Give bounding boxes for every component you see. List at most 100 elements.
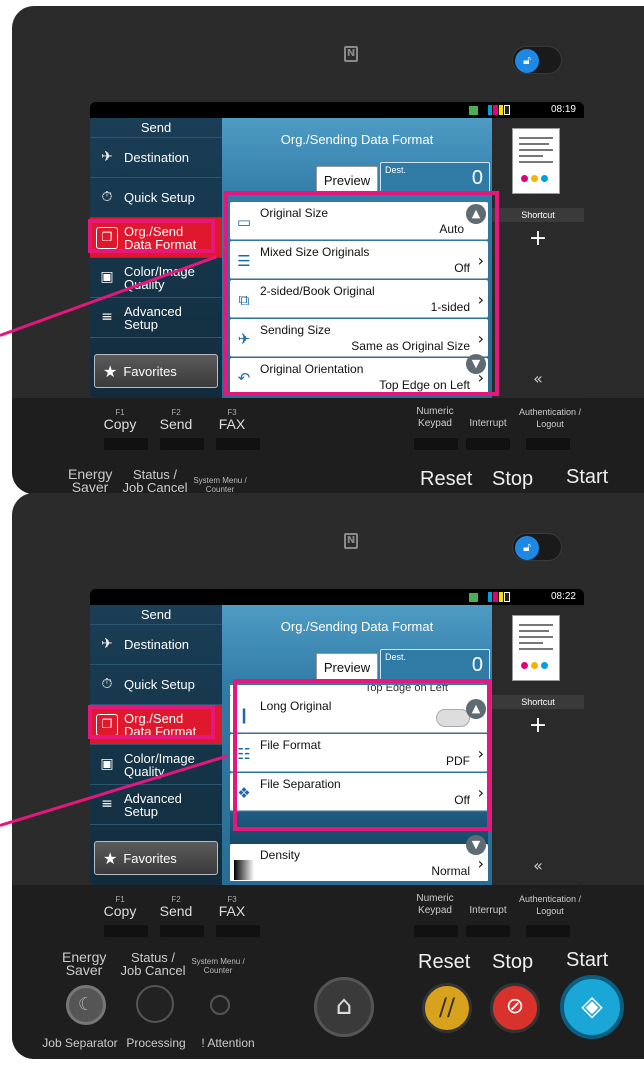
preview-button[interactable]: Preview	[316, 653, 378, 681]
shortcut-label: Shortcut	[492, 208, 584, 222]
preview-button[interactable]: Preview	[316, 166, 378, 194]
f2-key[interactable]: F2 Send	[146, 895, 206, 918]
advanced-setup-icon: ≡	[101, 796, 113, 812]
favorites-button[interactable]: ★ Favorites	[94, 354, 218, 388]
star-icon: ★	[103, 848, 118, 868]
f1-label: Copy	[103, 416, 137, 432]
highlight-settings-top	[224, 191, 499, 396]
home-button[interactable]: ⌂	[314, 977, 374, 1037]
auth-logout-label[interactable]: Authentication / Logout	[512, 893, 588, 917]
setting-value: Normal	[431, 864, 470, 878]
dest-count: 0	[471, 167, 483, 189]
menu-item-label: Quick Setup	[124, 677, 195, 692]
destination-icon: ✈	[101, 636, 113, 652]
f1-key[interactable]: F1 Copy	[90, 408, 150, 431]
collapse-icon[interactable]: «	[492, 856, 584, 875]
f2-key[interactable]: F2 Send	[146, 408, 206, 431]
lock-toggle[interactable]: 🔓︎	[512, 533, 562, 561]
start-button[interactable]: ◈	[560, 975, 624, 1039]
auth-logout-label[interactable]: Authentication / Logout	[512, 406, 588, 430]
page-title: Org./Sending Data Format	[280, 132, 434, 147]
numeric-keypad-label[interactable]: Numeric Keypad	[410, 406, 460, 430]
numeric-keypad-button[interactable]	[414, 438, 458, 450]
energy-saver-label: Energy Saver	[68, 466, 113, 494]
menu-item-destination[interactable]: ✈ Destination	[90, 138, 222, 178]
destination-count-box[interactable]: Dest. 0	[380, 649, 490, 681]
f3-key[interactable]: F3 FAX	[202, 895, 262, 918]
favorites-label: Favorites	[123, 363, 177, 379]
attention-label: ! Attention	[201, 1036, 255, 1050]
advanced-setup-icon: ≡	[101, 309, 113, 325]
menu-item-destination[interactable]: ✈ Destination	[90, 625, 222, 665]
stop-button[interactable]: ⊘	[490, 983, 540, 1033]
preview-thumbnail[interactable]	[512, 128, 560, 194]
scroll-down-icon[interactable]: ▼	[466, 835, 486, 855]
status-bar: 08:22	[90, 589, 584, 605]
status-time: 08:22	[550, 591, 576, 602]
lock-icon: 🔓︎	[515, 536, 539, 560]
numeric-keypad-label[interactable]: Numeric Keypad	[410, 893, 460, 917]
chevron-right-icon: ›	[477, 854, 484, 873]
lock-icon: 🔓︎	[515, 49, 539, 73]
f3-key[interactable]: F3 FAX	[202, 408, 262, 431]
start-label: Start	[566, 466, 609, 488]
menu-item-label: Advanced Setup	[124, 790, 182, 819]
status-bar: 08:19	[90, 102, 584, 118]
system-menu-label: System Menu / Counter	[193, 476, 247, 494]
logout-button[interactable]	[526, 925, 570, 937]
logout-button[interactable]	[526, 438, 570, 450]
f2-label: Send	[159, 416, 193, 432]
f2-button-bar[interactable]	[160, 925, 204, 937]
add-shortcut-button[interactable]: +	[492, 226, 584, 251]
numeric-keypad-button[interactable]	[414, 925, 458, 937]
system-menu-label: System Menu / Counter	[191, 957, 245, 975]
reset-label: Reset	[420, 468, 473, 490]
preview-thumbnail[interactable]	[512, 615, 560, 681]
job-separator-label: Job Separator	[42, 1036, 118, 1050]
add-shortcut-button[interactable]: +	[492, 713, 584, 738]
system-menu-button[interactable]	[210, 995, 230, 1015]
f3-label: FAX	[218, 416, 246, 432]
lock-toggle[interactable]: 🔓︎	[512, 46, 562, 74]
processing-label: Processing	[126, 1036, 186, 1050]
highlight-org-send-bottom	[88, 705, 215, 739]
reset-button[interactable]: //	[422, 983, 472, 1033]
menu-title: Send	[90, 118, 222, 138]
collapse-icon[interactable]: «	[492, 369, 584, 388]
interrupt-button[interactable]	[466, 925, 510, 937]
f1-button-bar[interactable]	[104, 438, 148, 450]
menu-item-quick-setup[interactable]: ⏱ Quick Setup	[90, 178, 222, 218]
setting-density[interactable]: Density Normal ›	[230, 844, 488, 881]
nfc-icon: N	[344, 533, 358, 549]
f3-button-bar[interactable]	[216, 438, 260, 450]
f3-button-bar[interactable]	[216, 925, 260, 937]
send-side-menu: Send ✈ Destination ⏱ Quick Setup ❐ Org./Sen…	[90, 118, 222, 398]
f2-button-bar[interactable]	[160, 438, 204, 450]
network-status-icon	[469, 106, 478, 115]
f1-button-bar[interactable]	[104, 925, 148, 937]
menu-item-label: Destination	[124, 637, 190, 652]
menu-item-quick-setup[interactable]: ⏱ Quick Setup	[90, 665, 222, 705]
highlight-settings-bottom	[233, 679, 491, 831]
status-job-cancel-button[interactable]	[136, 985, 174, 1023]
shortcut-label: Shortcut	[492, 695, 584, 709]
destination-count-box[interactable]: Dest. 0	[380, 162, 490, 194]
interrupt-button[interactable]	[466, 438, 510, 450]
stop-label: Stop	[492, 951, 534, 973]
page-title: Org./Sending Data Format	[280, 619, 434, 634]
menu-item-label: Destination	[124, 150, 190, 165]
color-image-icon: ▣	[100, 756, 114, 772]
energy-saver-button[interactable]: ☾	[66, 985, 106, 1025]
interrupt-label[interactable]: Interrupt	[462, 905, 514, 917]
status-time: 08:19	[550, 104, 576, 115]
stop-label: Stop	[492, 468, 534, 490]
energy-saver-label: Energy Saver	[62, 949, 107, 978]
highlight-org-send-top	[88, 219, 215, 253]
destination-icon: ✈	[101, 149, 113, 165]
menu-item-advanced-setup[interactable]: ≡ Advanced Setup	[90, 298, 222, 338]
toner-level-icon	[488, 592, 510, 602]
favorites-button[interactable]: ★ Favorites	[94, 841, 218, 875]
interrupt-label[interactable]: Interrupt	[462, 418, 514, 430]
f1-key[interactable]: F1 Copy	[90, 895, 150, 918]
favorites-label: Favorites	[123, 850, 177, 866]
